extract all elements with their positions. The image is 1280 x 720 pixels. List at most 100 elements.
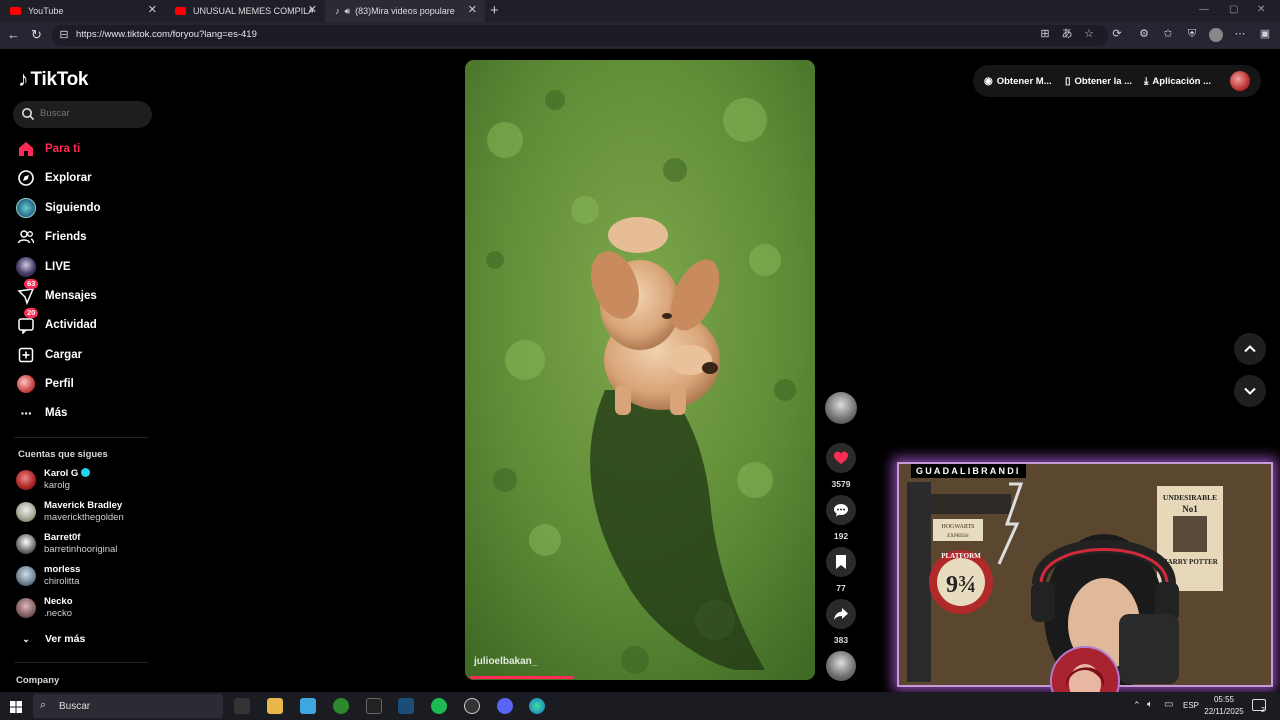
tiktok-note-icon: ♪	[18, 68, 29, 91]
discord-icon[interactable]	[497, 698, 513, 714]
epic-games-icon[interactable]	[366, 698, 382, 714]
translate-icon[interactable]: あ	[1061, 28, 1073, 40]
verified-badge-icon	[81, 468, 91, 477]
new-tab-button[interactable]: +	[490, 2, 499, 19]
nav-perfil[interactable]: Perfil	[16, 373, 74, 395]
shield-icon[interactable]: ⛨	[1186, 28, 1198, 40]
widgets-icon[interactable]	[300, 698, 316, 714]
previous-video-button[interactable]	[1234, 333, 1266, 365]
app-icon[interactable]: ⊞	[1039, 28, 1051, 40]
nav-explorar[interactable]: Explorar	[16, 167, 92, 189]
notification-count: 2	[1261, 707, 1265, 714]
tab-tiktok[interactable]: ♪ 🔊︎ (83)Mira videos populares s ✕	[325, 0, 485, 22]
favorite-star-icon[interactable]: ☆	[1083, 28, 1095, 40]
maximize-button[interactable]: ▢	[1229, 4, 1238, 15]
streamer-name: GUADALIBRANDI	[911, 464, 1026, 478]
clock-time[interactable]: 05:55	[1203, 695, 1245, 704]
close-tab-icon[interactable]: ✕	[148, 5, 157, 16]
coin-icon: ◉	[984, 76, 993, 87]
get-app-link[interactable]: ▯ Obtener la ...	[1065, 76, 1132, 87]
chevron-down-icon: ⌄	[22, 633, 30, 644]
edge-icon[interactable]	[529, 698, 545, 714]
sound-disc[interactable]	[826, 651, 856, 681]
following-account-barret[interactable]: Barret0f barretinhooriginal	[16, 530, 117, 558]
video-progress-bar[interactable]	[470, 676, 574, 679]
messages-icon: 63	[16, 279, 39, 306]
network-icon[interactable]: ▭	[1164, 699, 1173, 710]
home-icon	[16, 139, 36, 159]
comment-button[interactable]	[826, 495, 856, 525]
video-author[interactable]: julioelbakan_	[474, 656, 537, 667]
account-name: Karol G	[44, 468, 79, 479]
favorites-icon[interactable]: ✩	[1162, 28, 1174, 40]
poster-number: No1	[1182, 504, 1198, 514]
nav-label: Mensajes	[45, 290, 97, 302]
nav-mas[interactable]: ··· Más	[16, 402, 68, 424]
sidebar-toggle-icon[interactable]: ▣	[1259, 28, 1271, 40]
nav-para-ti[interactable]: Para ti	[16, 138, 80, 160]
url-text[interactable]: https://www.tiktok.com/foryou?lang=es-41…	[76, 29, 257, 40]
next-video-button[interactable]	[1234, 375, 1266, 407]
xbox-icon[interactable]	[333, 698, 349, 714]
poster-title: UNDESIRABLE	[1163, 493, 1217, 502]
tab-unusual-memes[interactable]: UNUSUAL MEMES COMPILATION ✕	[165, 0, 325, 22]
save-button[interactable]	[826, 547, 856, 577]
following-header: Cuentas que sigues	[18, 449, 108, 460]
nav-friends[interactable]: Friends	[16, 226, 87, 248]
like-button[interactable]	[826, 443, 856, 473]
poster-name: HARRY POTTER	[1162, 558, 1219, 566]
refresh-icon[interactable]: ↻	[31, 27, 42, 43]
steam-icon[interactable]	[398, 698, 414, 714]
desktop-app-link[interactable]: ⤓ Aplicación ...	[1144, 76, 1211, 87]
tab-youtube[interactable]: YouTube ✕	[0, 0, 165, 22]
see-more-button[interactable]: ⌄ Ver más	[16, 628, 85, 650]
profile-avatar-icon[interactable]	[1209, 28, 1223, 42]
following-account-maverick[interactable]: Maverick Bradley maverickthegolden	[16, 498, 124, 526]
share-button[interactable]	[826, 599, 856, 629]
search-input[interactable]	[40, 108, 140, 119]
obs-icon[interactable]	[464, 698, 480, 714]
account-handle: chirolitta	[44, 576, 80, 587]
minimize-button[interactable]: —	[1199, 4, 1209, 15]
windows-start-icon[interactable]	[10, 700, 22, 713]
file-explorer-icon[interactable]	[267, 698, 283, 714]
collections-icon[interactable]: ⚙	[1138, 28, 1150, 40]
following-account-morless[interactable]: morless chirolitta	[16, 562, 80, 590]
creator-avatar[interactable]	[825, 392, 857, 424]
more-menu-icon[interactable]: ⋯	[1234, 28, 1246, 40]
youtube-icon	[175, 7, 186, 15]
nav-cargar[interactable]: Cargar	[16, 344, 82, 366]
spotify-icon[interactable]	[431, 698, 447, 714]
nav-label: Explorar	[45, 172, 92, 184]
close-window-button[interactable]: ✕	[1257, 4, 1265, 15]
nav-live[interactable]: LIVE	[16, 256, 71, 278]
search-box[interactable]	[13, 101, 152, 128]
avatar	[16, 470, 36, 490]
video-player[interactable]	[465, 60, 815, 680]
comment-count: 192	[833, 531, 849, 541]
speaker-icon[interactable]: 🔊︎	[345, 6, 351, 17]
close-tab-icon[interactable]: ✕	[308, 5, 317, 16]
following-account-necko[interactable]: Necko .necko	[16, 594, 73, 622]
close-tab-icon[interactable]: ✕	[468, 5, 477, 16]
back-arrow-icon[interactable]: ←	[7, 27, 20, 42]
following-account-karolg[interactable]: Karol G karolg	[16, 466, 91, 494]
tab-title: UNUSUAL MEMES COMPILATION	[193, 6, 313, 16]
chevron-up-icon	[1244, 345, 1256, 353]
get-coins-link[interactable]: ◉ Obtener M...	[984, 76, 1052, 87]
like-count: 3579	[831, 479, 851, 489]
nav-actividad[interactable]: 20 Actividad	[16, 308, 97, 336]
lock-icon[interactable]: ⊟	[58, 29, 70, 41]
clock-date[interactable]: 22/11/2025	[1201, 707, 1247, 716]
volume-icon[interactable]: 🔈︎	[1147, 699, 1153, 710]
company-link[interactable]: Company	[16, 675, 59, 686]
tiktok-logo[interactable]: ♪ TikTok	[18, 68, 88, 92]
extensions-icon[interactable]: ⟳	[1111, 28, 1123, 40]
input-language[interactable]: ESP	[1183, 701, 1199, 710]
share-icon	[834, 608, 848, 620]
system-tray-chevron-icon[interactable]: ⌃	[1133, 700, 1141, 711]
user-avatar[interactable]	[1230, 71, 1250, 91]
nav-siguiendo[interactable]: Siguiendo	[16, 197, 101, 219]
task-view-icon[interactable]	[234, 698, 250, 714]
nav-mensajes[interactable]: 63 Mensajes	[16, 279, 97, 307]
